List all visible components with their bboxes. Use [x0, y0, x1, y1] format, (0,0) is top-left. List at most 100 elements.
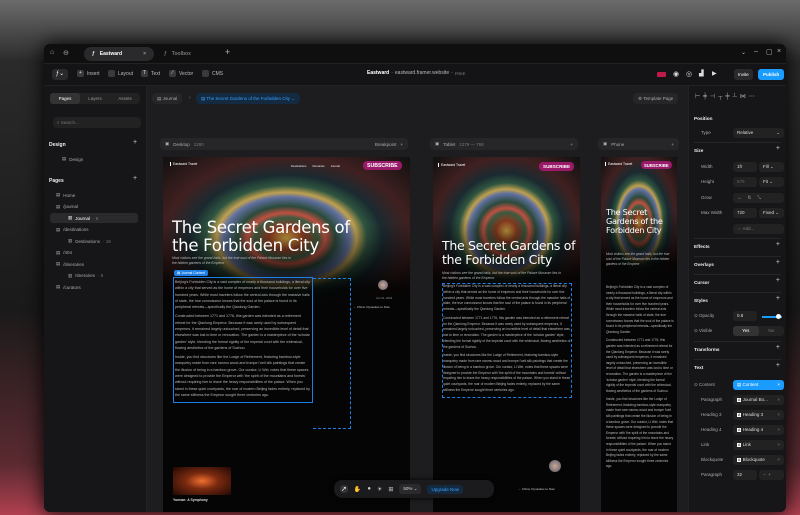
theme-icon[interactable]: ☀ [377, 486, 382, 493]
max-width-mode-select[interactable]: Fixed ⌄ [759, 208, 784, 218]
add-overlay-icon[interactable]: + [776, 259, 780, 266]
related-link[interactable]: → China: Dynasties to Now [518, 487, 555, 491]
add-design-icon[interactable]: + [133, 139, 137, 146]
page-item[interactable]: ▤/curators [50, 282, 138, 292]
subscribe-button[interactable]: SUBSCRIBE [363, 161, 402, 171]
chevron-down-icon[interactable]: ⌄ [741, 49, 746, 56]
breadcrumb-parent[interactable]: ▤ Journal [152, 93, 183, 104]
search-input[interactable]: ⌕ Search... [53, 117, 141, 128]
add-effect-icon[interactable]: + [776, 241, 780, 248]
related-link[interactable]: → China: Dynasties to Now [353, 305, 390, 309]
subscribe-button[interactable]: SUBSCRIBE [641, 161, 672, 170]
close-tab-icon[interactable]: × [143, 51, 146, 57]
width-input[interactable]: 1fr [733, 162, 757, 172]
opacity-input[interactable]: 0.8 [733, 311, 757, 321]
analytics-icon[interactable]: ▟ [699, 70, 704, 77]
page-item[interactable]: ▥ Destinations · 19 [50, 236, 138, 246]
tab-pages[interactable]: Pages [50, 93, 80, 104]
paragraph-stepper[interactable]: − + [759, 470, 784, 480]
text-style-select[interactable]: A Heading 4 × [733, 425, 784, 435]
comment-tool-icon[interactable]: ● [367, 486, 371, 492]
page-item[interactable]: ▤/404 [50, 248, 138, 258]
template-page-button[interactable]: ⚙ Template Page [633, 93, 679, 104]
close-window-icon[interactable]: × [777, 48, 781, 55]
subscribe-button[interactable]: SUBSCRIBE [539, 162, 575, 171]
page-item[interactable]: ▥ Journal · 6 [50, 213, 138, 223]
tab-eastward[interactable]: ƒ Eastward × [84, 47, 154, 61]
desktop-frame-header[interactable]: ▣ Desktop 1280 Breakpoint + [160, 138, 408, 150]
text-style-select[interactable]: A Blockquote × [733, 455, 784, 465]
slider-knob[interactable] [775, 314, 781, 319]
add-text-icon[interactable]: + [776, 362, 780, 369]
width-mode-select[interactable]: Fill ⌄ [759, 162, 784, 172]
globe-icon[interactable]: ◉ [673, 70, 679, 78]
visible-no[interactable]: No [759, 326, 785, 336]
cms-button[interactable]: CMS [202, 70, 223, 77]
project-info[interactable]: Eastward · eastward.framer.website · FREE [367, 70, 465, 76]
breadcrumb-current[interactable]: ▤ The Secret Gardens of the Forbidden Ci… [196, 93, 300, 104]
vector-button[interactable]: ⁄ Vector [169, 70, 193, 77]
select-tool-icon[interactable]: ➚ [340, 485, 348, 493]
add-breakpoint-icon[interactable]: + [400, 142, 403, 147]
home-icon[interactable]: ⌂ [50, 49, 54, 56]
text-style-select[interactable]: A Journal Bo... × [733, 395, 784, 405]
minimize-icon[interactable]: – [754, 48, 758, 55]
alignment-tools[interactable]: ⊢┿⊣┬╪┴⋈⋯ [695, 93, 758, 100]
tab-layers[interactable]: Layers [80, 96, 110, 101]
framer-menu-button[interactable]: ƒ⌄ [52, 69, 68, 80]
upgrade-button[interactable]: Upgrade Now [427, 484, 463, 494]
add-cursor-icon[interactable]: + [776, 277, 780, 284]
article-body[interactable]: Beijing's Forbidden City is a vast compl… [173, 277, 313, 404]
visible-toggle[interactable]: Yes No [733, 326, 784, 336]
menu-icon[interactable]: ⊖ [63, 49, 69, 57]
add-size-icon[interactable]: + [776, 145, 780, 152]
tablet-frame[interactable]: Eastward Travel SUBSCRIBE The Secret Gar… [433, 157, 580, 512]
add-constraint-button[interactable]: ⇔ Add... [733, 224, 784, 234]
page-item[interactable]: ▤/destinations [50, 225, 138, 235]
add-style-icon[interactable]: + [776, 295, 780, 302]
height-mode-select[interactable]: Fit ⌄ [759, 177, 784, 187]
grid-icon[interactable]: ⊞ [388, 486, 393, 493]
zoom-select[interactable]: 50% ⌄ [399, 484, 422, 494]
max-width-input[interactable]: 720 [733, 208, 757, 218]
grow-toggle[interactable]: ↔⇅⤡ [733, 193, 784, 203]
next-article-title[interactable]: Yunnan: A Symphony [173, 498, 208, 502]
text-style-select[interactable]: A Heading 3 × [733, 410, 784, 420]
page-item[interactable]: ▥ Itineraries · 5 [50, 271, 138, 281]
article-body[interactable]: Beijing's Forbidden City is a vast compl… [442, 283, 572, 398]
canvas[interactable]: ▤ Journal › ▤ The Secret Gardens of the … [147, 86, 688, 512]
settings-icon[interactable]: ◎ [686, 70, 692, 78]
publish-button[interactable]: Publish [758, 69, 785, 80]
tab-toolbox[interactable]: ƒ Toolbox [156, 47, 199, 61]
invite-button[interactable]: Invite [734, 69, 753, 80]
page-item[interactable]: ▤/itineraries [50, 259, 138, 269]
next-article-image[interactable] [173, 467, 231, 495]
tablet-frame-header[interactable]: ▣ Tablet 1279 — 768 + [430, 138, 578, 150]
text-button[interactable]: T Text [141, 70, 160, 77]
add-icon[interactable]: + [671, 142, 674, 147]
phone-frame-header[interactable]: ▣ Phone + [598, 138, 679, 150]
add-icon[interactable]: + [570, 142, 573, 147]
visible-yes[interactable]: Yes [733, 326, 759, 336]
article-body[interactable]: Beijing's Forbidden City is a vast compl… [606, 285, 674, 473]
desktop-frame[interactable]: Eastward Travel Destinations Itineraries J… [163, 157, 410, 512]
add-page-icon[interactable]: + [133, 175, 137, 182]
new-tab-icon[interactable]: + [225, 47, 230, 57]
page-item[interactable]: ▤ Home [50, 190, 138, 200]
opacity-slider[interactable] [762, 314, 782, 319]
page-item[interactable]: ▤/journal [50, 202, 138, 212]
text-style-select[interactable]: A Link × [733, 440, 784, 450]
add-transform-icon[interactable]: + [776, 344, 780, 351]
hand-tool-icon[interactable]: ✋ [354, 486, 361, 493]
tab-assets[interactable]: Assets [110, 96, 140, 101]
maximize-icon[interactable]: ▢ [766, 48, 773, 56]
content-binding[interactable]: ▤ Content × [733, 380, 784, 390]
design-item[interactable]: ▤ Design [62, 154, 83, 164]
height-input[interactable]: 679 [733, 177, 757, 187]
paragraph-spacing-input[interactable]: 32 [733, 470, 757, 480]
phone-frame[interactable]: Eastward Travel SUBSCRIBE The Secret Gar… [601, 157, 677, 512]
insert-button[interactable]: + Insert [77, 70, 100, 77]
layout-button[interactable]: Layout [108, 70, 133, 77]
position-type-select[interactable]: Relative ⌄ [733, 128, 784, 138]
play-icon[interactable]: ▶ [712, 70, 717, 77]
